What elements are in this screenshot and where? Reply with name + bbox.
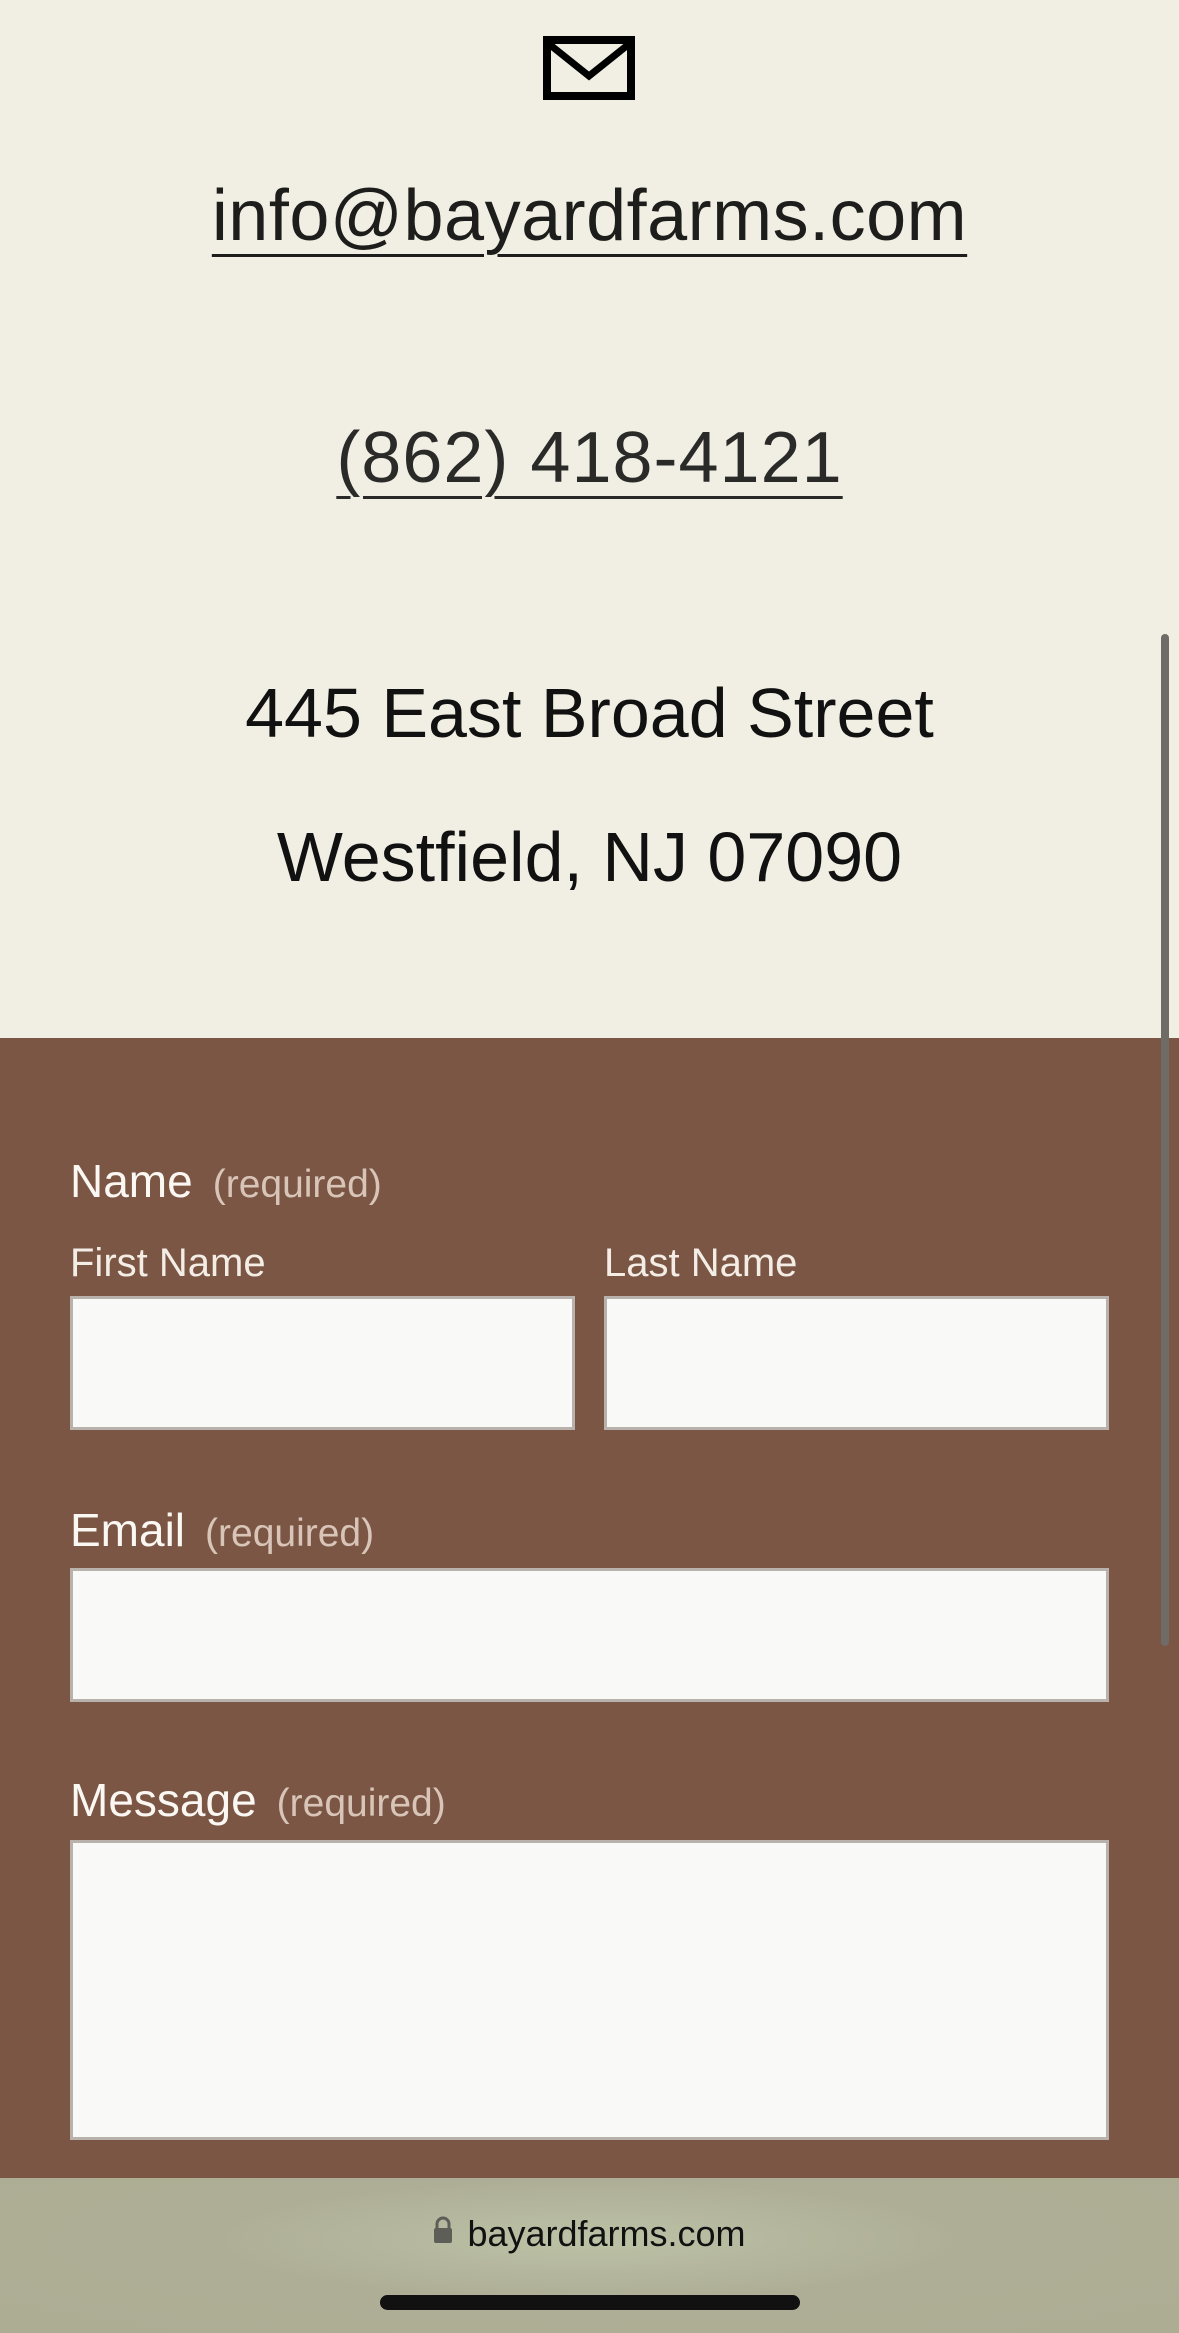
name-label-text: Name: [70, 1155, 193, 1207]
name-label: Name (required): [70, 1153, 382, 1213]
email-label: Email (required): [70, 1502, 374, 1562]
message-label-text: Message: [70, 1774, 257, 1826]
address-line-2: Westfield, NJ 07090: [276, 818, 903, 896]
page-scrollbar[interactable]: [1161, 634, 1169, 1646]
email-field[interactable]: [70, 1568, 1109, 1702]
email-label-text: Email: [70, 1504, 186, 1556]
message-label: Message (required): [70, 1772, 446, 1832]
home-indicator[interactable]: [380, 2295, 800, 2310]
contact-section: info@bayardfarms.com (862) 418-4121 445 …: [0, 0, 1179, 1038]
first-name-field[interactable]: [70, 1296, 575, 1430]
name-required-note: (required): [212, 1163, 382, 1206]
message-required-note: (required): [276, 1782, 446, 1825]
last-name-label: Last Name: [604, 1241, 798, 1285]
email-required-note: (required): [205, 1512, 375, 1555]
envelope-icon: [543, 36, 635, 100]
url-display[interactable]: bayardfarms.com: [0, 2210, 1179, 2260]
first-name-label: First Name: [70, 1241, 266, 1285]
contact-form: Name (required) First Name Last Name Emai…: [0, 1038, 1179, 2178]
email-link[interactable]: info@bayardfarms.com: [0, 168, 1179, 264]
lock-icon: [433, 2208, 453, 2256]
address-line-1: 445 East Broad Street: [245, 674, 934, 752]
url-text: bayardfarms.com: [467, 2213, 746, 2254]
last-name-field[interactable]: [604, 1296, 1109, 1430]
message-textarea[interactable]: [70, 1840, 1109, 2140]
phone-link[interactable]: (862) 418-4121: [0, 410, 1179, 506]
